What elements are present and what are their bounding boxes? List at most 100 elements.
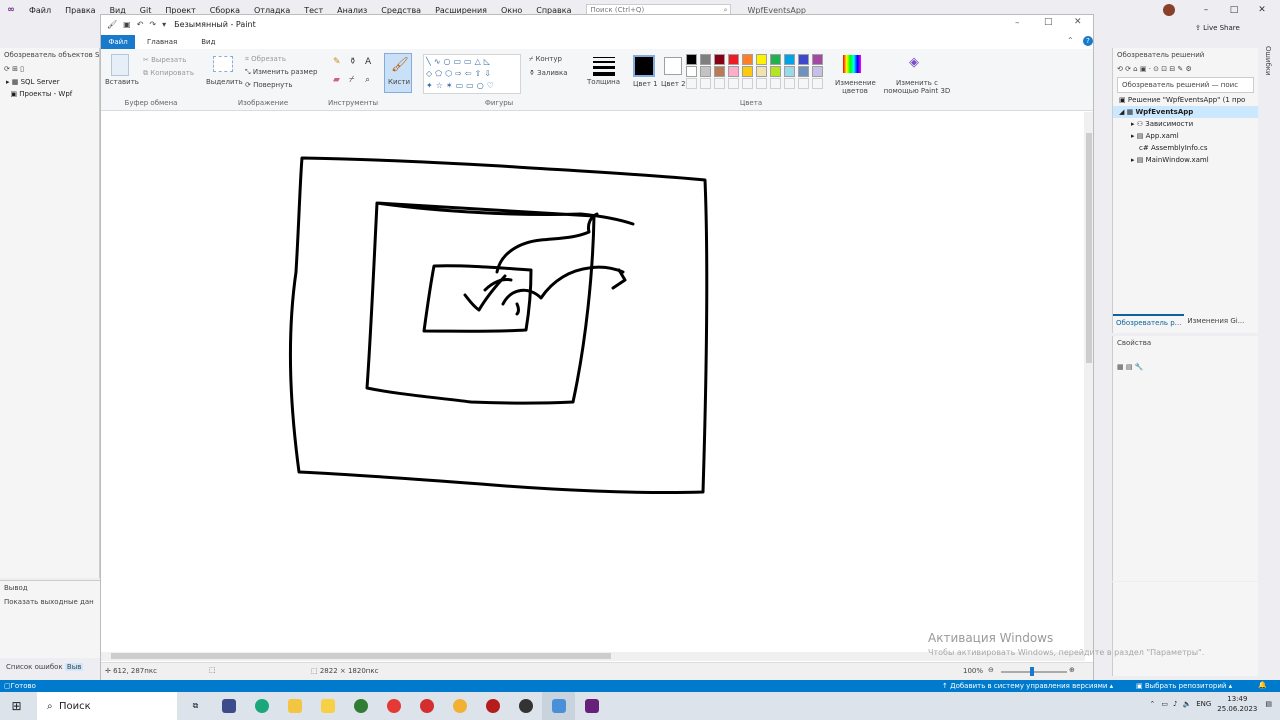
palette-swatch[interactable] bbox=[770, 66, 781, 77]
drawing-canvas[interactable] bbox=[101, 112, 1087, 652]
palette-empty-slot[interactable] bbox=[756, 78, 767, 89]
palette-empty-slot[interactable] bbox=[742, 78, 753, 89]
taskbar-app-ccleaner[interactable] bbox=[344, 692, 377, 720]
zoom-out-icon[interactable]: ⊖ bbox=[988, 666, 994, 674]
edit-colors-button[interactable]: Изменение цветов bbox=[835, 79, 876, 95]
shapes-icons[interactable]: ╲∿○▭▭△◺ ◇⬠⬡⇨⇦⇧⇩ ✦☆✶▭▭○♡ bbox=[424, 55, 520, 93]
tree-item-projects[interactable]: ▣ Проекты - Wpf bbox=[0, 88, 99, 100]
vs-editor-scrollbar[interactable] bbox=[1096, 50, 1108, 650]
pencil-icon[interactable]: ✎ bbox=[333, 57, 341, 67]
tray-chevron-icon[interactable]: ⌃ bbox=[1150, 700, 1156, 708]
palette-swatch[interactable] bbox=[798, 66, 809, 77]
taskbar-app-calculator[interactable] bbox=[212, 692, 245, 720]
thickness-icon[interactable] bbox=[593, 57, 615, 76]
task-view-button[interactable]: ⧉ bbox=[179, 692, 212, 720]
palette-swatch[interactable] bbox=[714, 66, 725, 77]
palette-swatch[interactable] bbox=[728, 66, 739, 77]
taskbar-app-edge[interactable] bbox=[245, 692, 278, 720]
taskbar-app-github[interactable] bbox=[509, 692, 542, 720]
palette-swatch[interactable] bbox=[742, 66, 753, 77]
zoom-in-icon[interactable]: ⊕ bbox=[1069, 666, 1075, 674]
taskbar-app-explorer[interactable] bbox=[278, 692, 311, 720]
magnifier-icon[interactable]: ⌕ bbox=[365, 75, 370, 85]
palette-empty-slot[interactable] bbox=[714, 78, 725, 89]
tree-item-solution[interactable]: ▣ Решение "WpfEventsApp" (1 про bbox=[1113, 94, 1258, 106]
palette-swatch[interactable] bbox=[798, 54, 809, 65]
palette-swatch[interactable] bbox=[812, 66, 823, 77]
palette-swatch[interactable] bbox=[742, 54, 753, 65]
resize-button[interactable]: ⤡ Изменить размер bbox=[245, 68, 317, 77]
edit-colors-icon[interactable] bbox=[843, 55, 861, 73]
minimize-icon[interactable]: – bbox=[1198, 3, 1214, 17]
palette-swatch[interactable] bbox=[756, 66, 767, 77]
thickness-button[interactable]: Толщина bbox=[587, 78, 620, 86]
palette-swatch[interactable] bbox=[700, 54, 711, 65]
help-icon[interactable]: ? bbox=[1083, 36, 1093, 46]
tree-item-mainwindow[interactable]: ▸ ▤ MainWindow.xaml bbox=[1113, 154, 1258, 166]
redo-icon[interactable]: ↷ bbox=[149, 20, 156, 29]
save-icon[interactable]: ▣ bbox=[123, 20, 131, 29]
tab-file[interactable]: Файл bbox=[101, 35, 135, 49]
close-icon[interactable]: ✕ bbox=[1254, 3, 1270, 17]
menu-edit[interactable]: Правка bbox=[58, 6, 102, 15]
palette-swatch[interactable] bbox=[770, 54, 781, 65]
tab-git-changes[interactable]: Изменения Gi... bbox=[1184, 314, 1247, 330]
customize-qat-icon[interactable]: ▾ bbox=[162, 20, 166, 29]
taskbar-app-yandex[interactable] bbox=[377, 692, 410, 720]
canvas-horizontal-scroll-thumb[interactable] bbox=[111, 653, 611, 659]
paint3d-button[interactable]: Изменить с помощью Paint 3D bbox=[881, 79, 953, 95]
output-tab-label[interactable]: Выв bbox=[64, 663, 84, 671]
notification-center-icon[interactable]: ▤ bbox=[1265, 700, 1272, 708]
paint-maximize-icon[interactable]: □ bbox=[1044, 17, 1053, 27]
user-avatar[interactable] bbox=[1163, 4, 1175, 16]
taskbar-app-opera[interactable] bbox=[410, 692, 443, 720]
zoom-slider-thumb[interactable] bbox=[1030, 667, 1034, 676]
paint-close-icon[interactable]: ✕ bbox=[1074, 17, 1082, 27]
palette-empty-slot[interactable] bbox=[812, 78, 823, 89]
error-list-tab[interactable]: Список ошибок Выв bbox=[0, 660, 100, 674]
palette-empty-slot[interactable] bbox=[784, 78, 795, 89]
paint3d-icon[interactable]: ◈ bbox=[909, 55, 919, 70]
notifications-icon[interactable]: 🔔 bbox=[1258, 681, 1267, 689]
taskbar-app-chrome[interactable] bbox=[443, 692, 476, 720]
paste-icon[interactable] bbox=[111, 54, 129, 76]
clock[interactable]: 13:49 25.06.2023 bbox=[1217, 694, 1257, 714]
palette-swatch[interactable] bbox=[686, 54, 697, 65]
tree-item-sql-server[interactable]: ▸ ▦ SQL Server bbox=[0, 76, 99, 88]
visual-studio-logo-icon[interactable]: ∞ bbox=[0, 0, 22, 20]
palette-empty-slot[interactable] bbox=[728, 78, 739, 89]
add-source-control-button[interactable]: ↑ Добавить в систему управления версиями… bbox=[942, 682, 1113, 690]
undo-icon[interactable]: ↶ bbox=[137, 20, 144, 29]
tab-home[interactable]: Главная bbox=[135, 38, 189, 46]
eraser-icon[interactable]: ▰ bbox=[333, 75, 340, 85]
collapse-ribbon-icon[interactable]: ⌃ bbox=[1067, 36, 1074, 45]
taskbar-app-notes[interactable] bbox=[311, 692, 344, 720]
palette-swatch[interactable] bbox=[812, 54, 823, 65]
tree-item-assemblyinfo[interactable]: c# AssemblyInfo.cs bbox=[1113, 142, 1258, 154]
zoom-slider[interactable] bbox=[1001, 671, 1067, 673]
fill-button[interactable]: ⚱ Заливка bbox=[529, 69, 568, 77]
menu-file[interactable]: Файл bbox=[22, 6, 58, 15]
tree-item-dependencies[interactable]: ▸ ⚇ Зависимости bbox=[1113, 118, 1258, 130]
tree-item-app-xaml[interactable]: ▸ ▤ App.xaml bbox=[1113, 130, 1258, 142]
paste-button[interactable]: Вставить bbox=[105, 78, 139, 86]
palette-swatch[interactable] bbox=[700, 66, 711, 77]
canvas-vertical-scroll-thumb[interactable] bbox=[1086, 133, 1092, 363]
fill-icon[interactable]: ⚱ bbox=[349, 57, 357, 67]
taskbar-app-paint[interactable] bbox=[542, 692, 575, 720]
shapes-gallery[interactable]: ╲∿○▭▭△◺ ◇⬠⬡⇨⇦⇧⇩ ✦☆✶▭▭○♡ bbox=[423, 54, 521, 94]
palette-empty-slot[interactable] bbox=[700, 78, 711, 89]
paint-minimize-icon[interactable]: – bbox=[1015, 18, 1020, 28]
right-strip-tab[interactable]: Ошибки bbox=[1264, 46, 1272, 76]
start-button[interactable]: ⊞ bbox=[0, 692, 33, 720]
live-share-button[interactable]: ⇪ Live Share bbox=[1195, 24, 1240, 32]
solution-search-input[interactable]: Обозреватель решений — поис bbox=[1117, 77, 1254, 93]
brushes-button[interactable]: 🖌 Кисти bbox=[384, 53, 412, 93]
volume-icon[interactable]: 🔈 bbox=[1182, 700, 1191, 708]
color-picker-icon[interactable]: ⌿ bbox=[349, 75, 354, 85]
text-icon[interactable]: A bbox=[365, 57, 371, 67]
tab-view[interactable]: Вид bbox=[189, 38, 227, 46]
taskbar-app-visual-studio[interactable] bbox=[575, 692, 608, 720]
rotate-button[interactable]: ⟳ Повернуть bbox=[245, 81, 292, 89]
network-icon[interactable]: ▭ bbox=[1161, 700, 1168, 708]
